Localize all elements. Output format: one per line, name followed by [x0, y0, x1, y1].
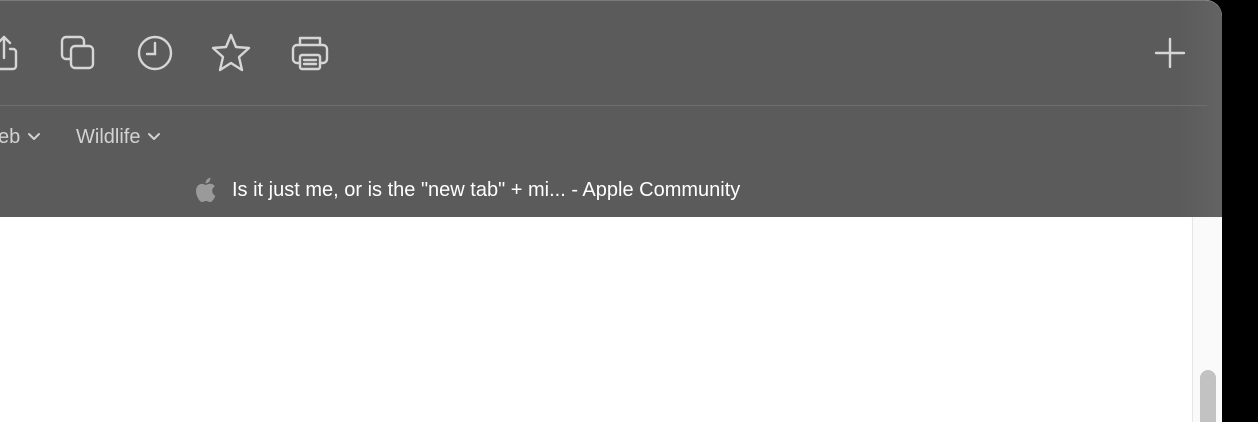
plus-icon[interactable]	[1148, 31, 1192, 75]
browser-window: eb Wildlife Is it just me, or is the "ne…	[0, 0, 1222, 422]
tab-overview-icon[interactable]	[56, 31, 100, 75]
history-icon[interactable]	[133, 31, 177, 75]
tab-title: Is it just me, or is the "new tab" + mi.…	[232, 178, 741, 201]
page-content	[0, 217, 1222, 422]
favorites-folder-eb[interactable]: eb	[0, 123, 41, 151]
chevron-down-icon	[27, 132, 41, 142]
bookmarks-icon[interactable]	[209, 31, 253, 75]
scrollbar-thumb[interactable]	[1200, 370, 1216, 422]
print-icon[interactable]	[288, 31, 332, 75]
browser-chrome: eb Wildlife Is it just me, or is the "ne…	[0, 0, 1222, 218]
chevron-down-icon	[147, 132, 161, 142]
share-icon[interactable]	[0, 31, 26, 75]
toolbar-divider	[0, 105, 1207, 106]
favorites-folder-label: eb	[0, 125, 21, 148]
favorites-folder-label: Wildlife	[76, 125, 141, 148]
favorites-folder-wildlife[interactable]: Wildlife	[76, 123, 161, 151]
active-tab[interactable]: Is it just me, or is the "new tab" + mi.…	[194, 175, 740, 205]
apple-logo-icon	[194, 177, 218, 203]
